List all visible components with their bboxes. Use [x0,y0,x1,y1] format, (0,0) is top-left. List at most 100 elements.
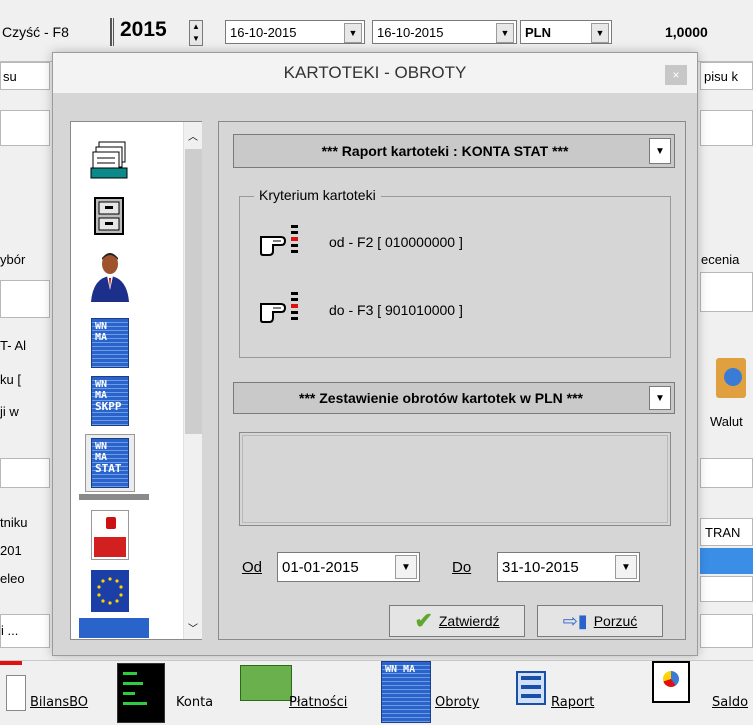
cancel-button[interactable]: ⇨▮ Porzuć [537,605,663,637]
saldo-button[interactable]: Saldo [712,695,748,710]
chevron-down-icon[interactable]: ▼ [649,386,671,410]
bg-row[interactable] [700,576,753,602]
bilansbo-button[interactable]: BilansBO [30,695,88,710]
konta-icon[interactable] [117,663,165,723]
ledger-label: WN MA [95,441,108,463]
report-select[interactable]: *** Raport kartoteki : KONTA STAT *** ▼ [233,134,675,168]
bg-text: ybór [0,252,26,267]
do-date-field[interactable]: 31-10-2015 ▼ [497,552,640,582]
raport-icon[interactable] [516,671,546,705]
dialog-titlebar[interactable]: KARTOTEKI - OBROTY [53,53,697,93]
summary-options-box [239,432,671,526]
platnosci-icon[interactable] [240,665,292,701]
date-to-combo[interactable]: 16-10-2015 ▼ [372,20,517,44]
eu-flag-icon[interactable] [91,570,129,612]
konta-button[interactable]: Konta [176,695,213,710]
currency-value: PLN [525,24,551,40]
year-value: 2015 [120,18,167,41]
partial-list-item[interactable] [79,618,149,638]
cardfile-icon[interactable] [87,138,131,182]
kartoteki-obroty-dialog: KARTOTEKI - OBROTY × WN MA WN MA SKPP WN… [52,52,698,656]
bg-text: T- Al [0,338,27,353]
chevron-down-icon[interactable]: ▼ [615,555,637,579]
close-icon: × [672,68,680,82]
range-from-label[interactable]: od - F2 [ 010000000 ] [329,234,463,250]
ledger-wn-ma-icon[interactable]: WN MA [91,318,129,368]
bg-header-cell: su [0,62,50,90]
waluta-label[interactable]: Walut [710,414,743,429]
confirm-button[interactable]: ✔ Zatwierdź [389,605,525,637]
od-date-value: 01-01-2015 [282,558,359,576]
year-spinner[interactable]: ▲ ▼ [189,20,203,46]
ledger-sublabel: SKPP [95,400,122,413]
chevron-down-icon[interactable]: ▼ [344,23,362,43]
bg-field [700,614,753,648]
ledger-skpp-icon[interactable]: WN MA SKPP [91,376,129,426]
od-date-field[interactable]: 01-01-2015 ▼ [277,552,420,582]
toolbar-separator [110,18,114,46]
person-icon[interactable] [89,250,131,304]
poland-flag-icon[interactable] [91,510,129,560]
obroty-button[interactable]: Obroty [435,695,479,710]
dialog-title: KARTOTEKI - OBROTY [283,63,467,82]
raport-button[interactable]: Raport [551,695,594,710]
do-label-text: Do [452,559,472,576]
kartoteka-type-list: WN MA WN MA SKPP WN MA STAT ︿ ﹀ [70,121,202,640]
bg-text: su [3,69,17,84]
bg-text: ecenia [701,252,740,267]
bg-field [700,272,753,312]
bg-field [0,110,50,146]
criteria-group [239,196,671,358]
criteria-group-label: Kryterium kartoteki [254,187,381,203]
scroll-down-icon[interactable]: ﹀ [188,620,198,635]
list-divider [79,494,149,500]
waluta-icon[interactable] [716,358,746,398]
bg-field [700,110,753,146]
bg-text: ji w [0,404,19,419]
cancel-button-label: Porzuć [593,613,638,629]
bg-text: ku [ [0,372,21,387]
ledger-sublabel: STAT [95,462,122,475]
bottom-toolbar: BilansBO Konta Płatności WN MA Obroty Ra… [0,660,753,725]
platnosci-button[interactable]: Płatności [289,695,347,710]
bg-text: tniku [0,515,28,530]
bg-selected-row[interactable] [700,548,753,574]
ledger-label: WN MA [95,321,108,343]
bg-text: pisu k [704,69,738,84]
bg-text: 201 [0,543,22,558]
ledger-label: WN MA [95,379,108,401]
od-label: Od [242,559,262,576]
summary-select-value: *** Zestawienie obrotów kartotek w PLN *… [299,390,583,406]
bg-field [0,280,50,318]
do-label: Do [452,559,471,576]
bilansbo-icon[interactable] [6,675,26,711]
list-scrollbar[interactable]: ︿ ﹀ [183,122,202,639]
range-to-label[interactable]: do - F3 [ 901010000 ] [329,302,463,318]
close-button[interactable]: × [665,65,687,85]
exit-door-icon: ⇨▮ [562,611,588,631]
scrollbar-thumb[interactable] [185,149,202,434]
ledger-label: WN MA [385,664,416,675]
bg-field [0,458,50,488]
clear-button[interactable]: Czyść - F8 [2,24,69,40]
bg-text: i ... [1,623,19,638]
saldo-icon[interactable] [652,661,690,703]
chevron-down-icon[interactable]: ▼ [649,138,671,164]
chevron-down-icon[interactable]: ▼ [591,23,609,43]
do-date-value: 31-10-2015 [502,558,579,576]
selected-list-item[interactable]: WN MA STAT [85,434,135,492]
report-settings-panel: *** Raport kartoteki : KONTA STAT *** ▼ … [218,121,686,640]
pointing-hand-icon[interactable] [259,290,305,326]
obroty-icon[interactable]: WN MA [381,661,431,723]
chevron-down-icon[interactable]: ▼ [395,555,417,579]
summary-select[interactable]: *** Zestawienie obrotów kartotek w PLN *… [233,382,675,414]
bg-text: eleo [0,571,25,586]
chevron-down-icon[interactable]: ▼ [496,23,514,43]
date-from-value: 16-10-2015 [230,24,297,40]
ledger-stat-icon[interactable]: WN MA STAT [91,438,129,488]
scroll-up-icon[interactable]: ︿ [188,128,198,143]
pointing-hand-icon[interactable] [259,223,305,259]
date-from-combo[interactable]: 16-10-2015 ▼ [225,20,365,44]
currency-combo[interactable]: PLN ▼ [520,20,612,44]
cabinet-icon[interactable] [93,196,125,236]
